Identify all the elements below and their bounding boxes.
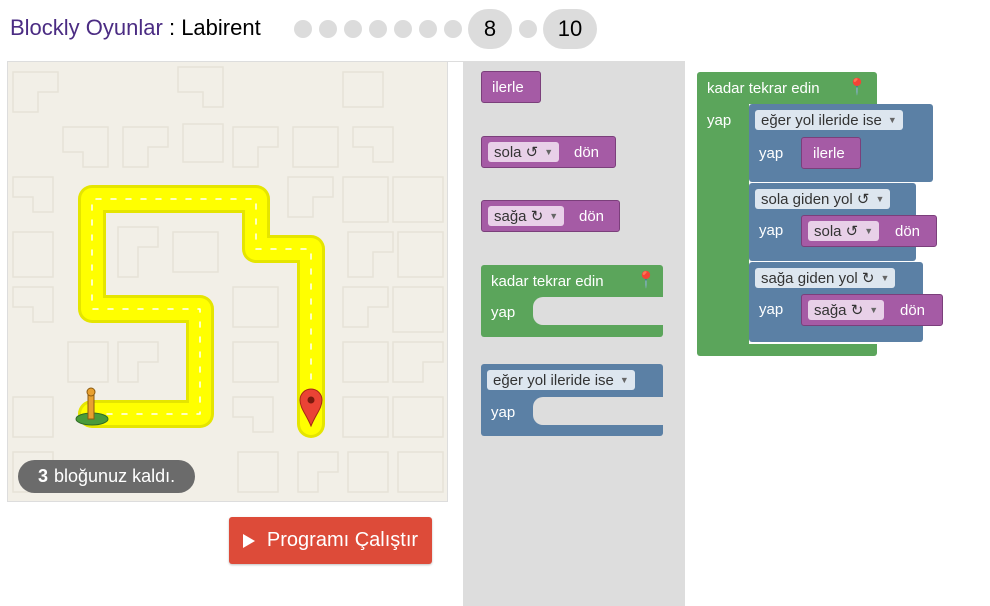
remaining-count: 3 xyxy=(38,466,49,486)
game-title: Labirent xyxy=(181,15,261,40)
run-program-button[interactable]: Programı Çalıştır xyxy=(229,517,432,564)
level-3-dot[interactable] xyxy=(343,20,362,38)
level-5-dot[interactable] xyxy=(393,20,412,38)
remaining-text: bloğunuz kaldı. xyxy=(54,466,176,486)
toolbox-move-forward-block[interactable]: ilerle xyxy=(481,71,541,103)
if-ahead-dropdown[interactable]: eğer yol ileride ise ▼ xyxy=(755,110,903,130)
level-4-dot[interactable] xyxy=(368,20,387,38)
blockly-games-link[interactable]: Blockly Oyunlar xyxy=(10,15,163,40)
do-label: yap xyxy=(759,145,784,162)
play-icon xyxy=(242,533,255,548)
empty-statement-slot xyxy=(533,297,663,325)
level-1-dot[interactable] xyxy=(293,20,312,38)
block-toolbox: ilerle sola ↺ ▼ dön sağa ↻ ▼ dön kadar tek… xyxy=(463,61,685,606)
forward-label: ilerle xyxy=(813,145,845,162)
goal-marker-icon: 📍 xyxy=(636,272,656,289)
app-title: Blockly Oyunlar : Labirent xyxy=(10,15,261,41)
dropdown-arrow-icon: ▼ xyxy=(549,211,559,221)
title-separator: : xyxy=(162,15,182,40)
turn-word: dön xyxy=(574,144,600,161)
block-workspace: kadar tekrar edin 📍 yap eğer yol ileride… xyxy=(685,61,990,606)
empty-statement-slot xyxy=(533,397,663,425)
toolbox-turn-left-block[interactable]: sola ↺ ▼ dön xyxy=(481,136,616,168)
level-7-dot[interactable] xyxy=(443,20,462,38)
dropdown-arrow-icon: ▼ xyxy=(875,194,885,204)
remaining-blocks-badge: 3 bloğunuz kaldı. xyxy=(18,460,196,493)
run-program-label: Programı Çalıştır xyxy=(266,529,419,551)
dropdown-arrow-icon: ▼ xyxy=(880,273,890,283)
toolbox-turn-right-block[interactable]: sağa ↻ ▼ dön xyxy=(481,200,620,232)
repeat-until-label: kadar tekrar edin xyxy=(707,80,820,97)
dropdown-arrow-icon: ▼ xyxy=(887,115,897,125)
turn-word: dön xyxy=(900,302,926,319)
do-label: yap xyxy=(491,304,516,321)
level-2-dot[interactable] xyxy=(318,20,337,38)
do-label: yap xyxy=(759,301,784,318)
turn-right-dropdown[interactable]: sağa ↻ ▼ xyxy=(808,300,885,320)
level-9-dot[interactable] xyxy=(518,20,537,38)
header: Blockly Oyunlar : Labirent 8 10 xyxy=(0,0,990,58)
level-10-pill[interactable]: 10 xyxy=(543,9,597,49)
level-selector: 8 10 xyxy=(290,9,600,49)
goal-marker-icon: 📍 xyxy=(847,79,867,96)
turn-right-block[interactable]: sağa ↻ ▼ dön xyxy=(801,294,943,326)
do-label: yap xyxy=(759,222,784,239)
toolbox-if-path-block[interactable]: eğer yol ileride ise ▼ yap xyxy=(481,364,663,436)
dropdown-arrow-icon: ▼ xyxy=(869,305,879,315)
turn-left-dropdown[interactable]: sola ↺ ▼ xyxy=(488,142,560,162)
turn-right-dropdown[interactable]: sağa ↻ ▼ xyxy=(488,206,565,226)
maze-svg xyxy=(12,66,444,493)
if-right-dropdown[interactable]: sağa giden yol ↻ ▼ xyxy=(755,268,896,288)
move-forward-block[interactable]: ilerle xyxy=(801,137,861,169)
forward-label: ilerle xyxy=(492,79,524,96)
turn-left-block[interactable]: sola ↺ ▼ dön xyxy=(801,215,937,247)
turn-left-dropdown[interactable]: sola ↺ ▼ xyxy=(808,221,880,241)
level-6-dot[interactable] xyxy=(418,20,437,38)
do-label: yap xyxy=(491,404,516,421)
turn-word: dön xyxy=(579,208,605,225)
turn-word: dön xyxy=(895,223,921,240)
do-label: yap xyxy=(707,112,732,129)
dropdown-arrow-icon: ▼ xyxy=(864,226,874,236)
repeat-until-label: kadar tekrar edin xyxy=(491,273,604,290)
maze-board xyxy=(7,61,448,502)
if-left-dropdown[interactable]: sola giden yol ↺ ▼ xyxy=(755,189,891,209)
if-path-dropdown[interactable]: eğer yol ileride ise ▼ xyxy=(487,370,635,390)
dropdown-arrow-icon: ▼ xyxy=(544,147,554,157)
level-8-current[interactable]: 8 xyxy=(468,9,512,49)
toolbox-repeat-until-block[interactable]: kadar tekrar edin 📍 yap xyxy=(481,265,663,337)
dropdown-arrow-icon: ▼ xyxy=(619,375,629,385)
